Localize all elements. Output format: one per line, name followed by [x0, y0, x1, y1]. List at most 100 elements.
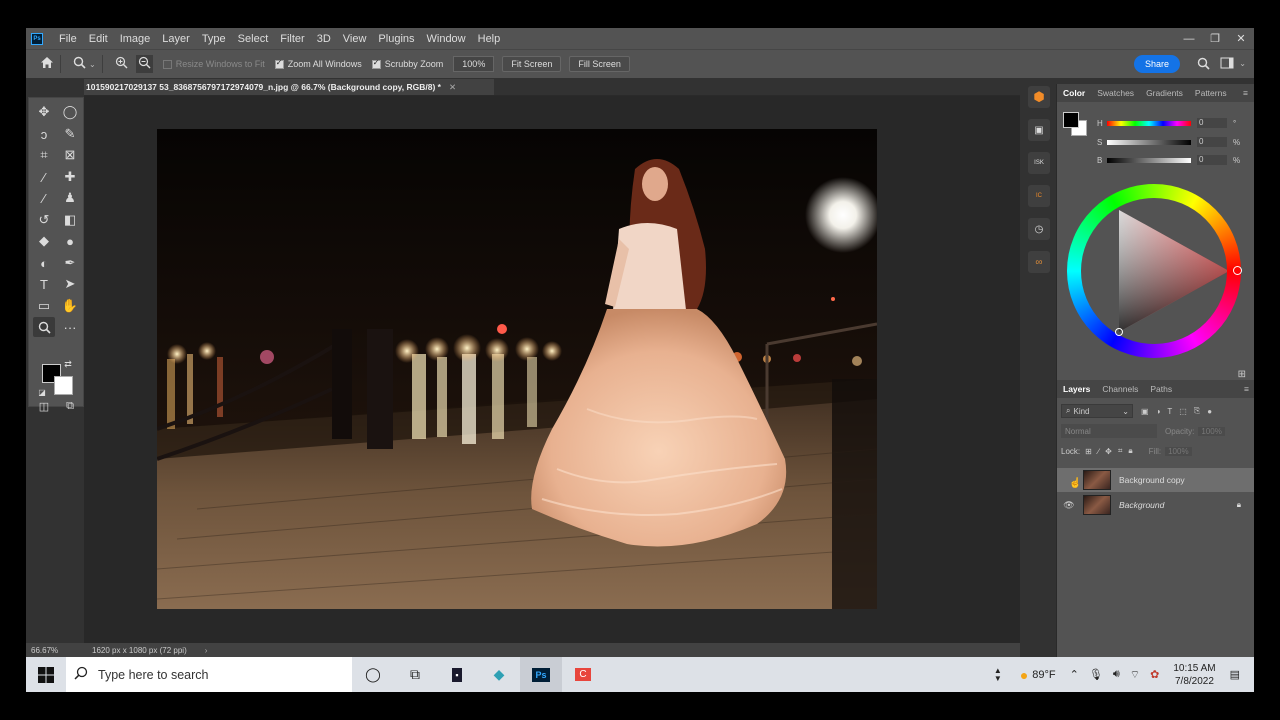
- cortana-icon[interactable]: ◯: [352, 657, 394, 692]
- chevron-up-icon[interactable]: ⌃: [1070, 668, 1079, 681]
- lock-icon[interactable]: 🔒︎: [1237, 500, 1241, 510]
- pen-tool-icon[interactable]: ✒: [59, 253, 81, 273]
- adobe-plugin-icon[interactable]: ⬢: [1028, 86, 1050, 108]
- wifi-icon[interactable]: ⌔: [1130, 668, 1140, 682]
- chevron-down-icon[interactable]: ⌄: [1239, 59, 1246, 68]
- minimize-icon[interactable]: —: [1176, 28, 1202, 49]
- history-brush-icon[interactable]: ↺: [33, 210, 55, 230]
- chevron-right-icon[interactable]: ›: [205, 646, 208, 655]
- healing-brush-icon[interactable]: ✚: [59, 167, 81, 187]
- zoom-level[interactable]: 66.67%: [26, 646, 86, 655]
- panel-menu-icon[interactable]: ≡: [1243, 88, 1248, 98]
- fit-screen-button[interactable]: Fit Screen: [502, 56, 562, 72]
- photos-app-icon[interactable]: ◆: [478, 657, 520, 692]
- document-tab[interactable]: 101590217029137 53_8368756797172974079_n…: [84, 79, 494, 95]
- zoom-tool-icon[interactable]: [33, 317, 55, 337]
- history-icon[interactable]: ◷: [1028, 218, 1050, 240]
- share-button[interactable]: Share: [1133, 55, 1180, 73]
- menu-type[interactable]: Type: [196, 28, 232, 49]
- menu-select[interactable]: Select: [232, 28, 275, 49]
- screen-mode-icon[interactable]: ⧉: [59, 398, 81, 414]
- type-tool-icon[interactable]: T: [33, 274, 55, 294]
- taskbar-search-box[interactable]: Type here to search: [66, 657, 352, 692]
- taskbar-scroll-icon[interactable]: ▲ ▼: [994, 666, 1002, 683]
- lock-transparent-icon[interactable]: ⊞: [1085, 447, 1092, 456]
- eyedropper-icon[interactable]: ⁄: [33, 167, 55, 187]
- windows-start-icon[interactable]: [26, 657, 66, 692]
- rectangle-tool-icon[interactable]: ▭: [33, 296, 55, 316]
- dodge-tool-icon[interactable]: ◐: [33, 253, 55, 273]
- tab-channels[interactable]: Channels: [1096, 384, 1144, 394]
- tab-gradients[interactable]: Gradients: [1140, 88, 1189, 98]
- frame-tool-icon[interactable]: ⊠: [59, 145, 81, 165]
- image-library-icon[interactable]: ▣: [1028, 119, 1050, 141]
- home-icon[interactable]: [40, 56, 54, 72]
- menu-3d[interactable]: 3D: [311, 28, 337, 49]
- foreground-chip[interactable]: [1063, 112, 1079, 128]
- zoom-all-windows-checkbox[interactable]: Zoom All Windows: [274, 58, 362, 69]
- store-app-icon[interactable]: ▪: [436, 657, 478, 692]
- clock[interactable]: 10:15 AM 7/8/2022: [1163, 662, 1225, 688]
- menu-edit[interactable]: Edit: [83, 28, 114, 49]
- filter-toggle-icon[interactable]: ●: [1207, 407, 1212, 416]
- type-filter-icon[interactable]: T: [1167, 407, 1172, 416]
- menu-help[interactable]: Help: [472, 28, 507, 49]
- default-colors-icon[interactable]: ◪: [36, 386, 48, 398]
- path-select-icon[interactable]: ➤: [59, 274, 81, 294]
- fill-screen-button[interactable]: Fill Screen: [569, 56, 630, 72]
- infinity-plugin-icon[interactable]: ∞: [1028, 251, 1050, 273]
- background-color-swatch[interactable]: [54, 376, 73, 395]
- move-tool-icon[interactable]: ✥: [33, 102, 55, 122]
- paint-bucket-icon[interactable]: ◆: [33, 231, 55, 251]
- hue-marker[interactable]: [1233, 266, 1242, 275]
- zoom-out-icon[interactable]: [135, 55, 153, 73]
- blur-tool-icon[interactable]: ●: [59, 231, 81, 251]
- lock-position-icon[interactable]: ✥: [1105, 447, 1112, 456]
- notification-icon[interactable]: ▤: [1230, 668, 1240, 681]
- screen-recorder-app-icon[interactable]: C: [562, 657, 604, 692]
- lock-image-icon[interactable]: ∕: [1098, 447, 1099, 456]
- lasso-tool-icon[interactable]: ↄ: [33, 124, 55, 144]
- eye-icon[interactable]: 👁︎: [1061, 500, 1077, 511]
- crop-tool-icon[interactable]: ⌗: [33, 145, 55, 165]
- microphone-icon[interactable]: 🎙︎: [1089, 668, 1103, 681]
- lock-all-icon[interactable]: 🔒︎: [1128, 446, 1132, 456]
- restore-icon[interactable]: ❐: [1202, 28, 1228, 49]
- close-icon[interactable]: ✕: [1228, 28, 1254, 49]
- temperature[interactable]: 89°F: [1032, 669, 1055, 681]
- saturation-slider[interactable]: S 0 %: [1097, 137, 1247, 148]
- workspace-icon[interactable]: [1220, 57, 1234, 72]
- menu-filter[interactable]: Filter: [274, 28, 310, 49]
- fill-field[interactable]: 100%: [1165, 446, 1192, 456]
- menu-image[interactable]: Image: [114, 28, 157, 49]
- close-tab-icon[interactable]: ✕: [449, 82, 456, 93]
- layer-row-background[interactable]: 👁︎ Background 🔒︎: [1057, 493, 1254, 517]
- scrubby-zoom-checkbox[interactable]: Scrubby Zoom: [371, 58, 443, 69]
- pixel-filter-icon[interactable]: ▣: [1141, 407, 1149, 416]
- layer-row-background-copy[interactable]: Background copy: [1057, 468, 1254, 492]
- expand-icon[interactable]: ⊞: [1238, 369, 1246, 380]
- zoom-in-icon[interactable]: [115, 56, 128, 72]
- tab-layers[interactable]: Layers: [1057, 384, 1096, 394]
- opacity-field[interactable]: 100%: [1198, 426, 1225, 436]
- zoom-tool-icon[interactable]: [73, 56, 86, 72]
- panel-menu-icon[interactable]: ≡: [1244, 384, 1249, 394]
- brightness-slider[interactable]: B 0 %: [1097, 155, 1247, 166]
- search-icon[interactable]: [1197, 57, 1210, 73]
- swap-colors-icon[interactable]: ⇄: [62, 358, 74, 370]
- lock-artboard-icon[interactable]: ⌗: [1118, 446, 1123, 456]
- menu-layer[interactable]: Layer: [156, 28, 196, 49]
- marquee-tool-icon[interactable]: ◯: [59, 102, 81, 122]
- hand-tool-icon[interactable]: ✋: [59, 296, 81, 316]
- smart-object-filter-icon[interactable]: ⎘: [1194, 406, 1200, 416]
- color-wheel[interactable]: [1067, 184, 1242, 358]
- more-tools-icon[interactable]: ···: [59, 317, 81, 337]
- canvas-area[interactable]: [84, 96, 1020, 643]
- weather-icon[interactable]: ●: [1020, 667, 1028, 683]
- resize-windows-checkbox[interactable]: Resize Windows to Fit: [162, 59, 265, 69]
- menu-plugins[interactable]: Plugins: [372, 28, 420, 49]
- photoshop-app-icon[interactable]: Ps: [520, 657, 562, 692]
- isk-plugin-icon[interactable]: ISK: [1028, 152, 1050, 174]
- volume-icon[interactable]: 🔊︎: [1113, 668, 1120, 681]
- task-view-icon[interactable]: ⧉: [394, 657, 436, 692]
